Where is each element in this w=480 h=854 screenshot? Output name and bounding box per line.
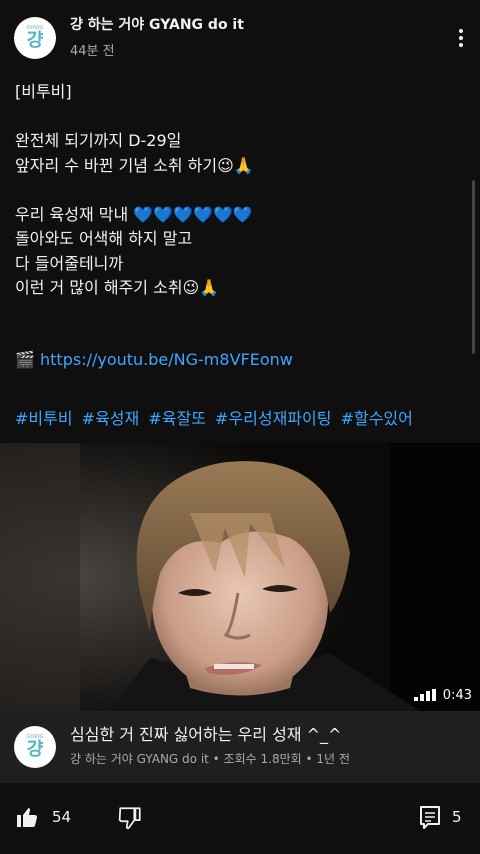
post-line: 앞자리 수 바뀐 기념 소취 하기😉🙏 xyxy=(15,155,254,175)
post-line: 돌아와도 어색해 하지 말고 xyxy=(15,229,193,248)
more-vert-icon xyxy=(459,29,463,33)
hashtag[interactable]: #우리성재파이팅 xyxy=(215,409,331,428)
post-line xyxy=(15,325,455,350)
post-line: [비투비] xyxy=(15,82,72,101)
hashtag[interactable]: #육성재 xyxy=(82,409,140,428)
post-link-line: 🎬 https://youtu.be/NG-m8VFEonw xyxy=(15,348,455,373)
hashtag[interactable]: #비투비 xyxy=(15,409,73,428)
thumb-up-icon xyxy=(17,808,38,827)
channel-avatar[interactable]: GYANG 걍 xyxy=(14,17,56,59)
dislike-button[interactable] xyxy=(117,805,143,835)
thumbnail-image xyxy=(0,443,480,711)
thumb-down-icon xyxy=(118,807,141,830)
hashtag[interactable]: #육잘또 xyxy=(148,409,206,428)
comment-icon xyxy=(420,806,440,829)
hashtag[interactable]: #할수있어 xyxy=(341,409,413,428)
comment-count: 5 xyxy=(452,808,462,826)
signal-bars-icon xyxy=(414,689,436,701)
post-text: [비투비] 완전체 되기까지 D-29일 앞자리 수 바뀐 기념 소취 하기😉🙏… xyxy=(15,80,455,372)
post-line xyxy=(15,105,455,130)
like-button[interactable] xyxy=(15,805,39,831)
like-count: 54 xyxy=(52,808,72,826)
post-line xyxy=(15,178,455,203)
post-header: GYANG 걍 걍 하는 거야 GYANG do it 44분 전 xyxy=(0,0,480,72)
post-line: 완전체 되기까지 D-29일 xyxy=(15,131,182,150)
hashtag-list: #비투비 #육성재 #육잘또 #우리성재파이팅 #할수있어 xyxy=(15,405,417,429)
action-bar: 54 5 xyxy=(0,783,480,854)
avatar-logo-text: 걍 xyxy=(26,739,44,760)
video-info-card[interactable]: GYANG 걍 심심한 거 진짜 싫어하는 우리 성재 ^_^ 걍 하는 거야 … xyxy=(0,711,480,783)
channel-name[interactable]: 걍 하는 거야 GYANG do it xyxy=(70,14,244,34)
video-duration: 0:43 xyxy=(442,688,472,703)
video-thumbnail[interactable]: 0:43 xyxy=(0,443,480,711)
more-options-button[interactable] xyxy=(450,26,472,50)
post-line xyxy=(15,301,455,326)
post-line: 우리 육성재 막내 💙💙💙💙💙💙 xyxy=(15,204,253,224)
post-time: 44분 전 xyxy=(70,44,115,59)
comment-button[interactable] xyxy=(418,805,442,835)
post-line: 이런 거 많이 해주기 소취😉🙏 xyxy=(15,278,220,297)
video-meta: 걍 하는 거야 GYANG do it • 조회수 1.8만회 • 1년 전 xyxy=(70,752,350,766)
post-line: 다 들어줄테니까 xyxy=(15,253,124,273)
video-title[interactable]: 심심한 거 진짜 싫어하는 우리 성재 ^_^ xyxy=(70,721,341,745)
avatar-logo-text: 걍 xyxy=(26,30,44,51)
scrollbar[interactable] xyxy=(472,180,475,354)
video-link[interactable]: https://youtu.be/NG-m8VFEonw xyxy=(40,350,293,369)
video-channel-avatar[interactable]: GYANG 걍 xyxy=(14,726,56,768)
clapperboard-icon: 🎬 xyxy=(15,349,35,369)
